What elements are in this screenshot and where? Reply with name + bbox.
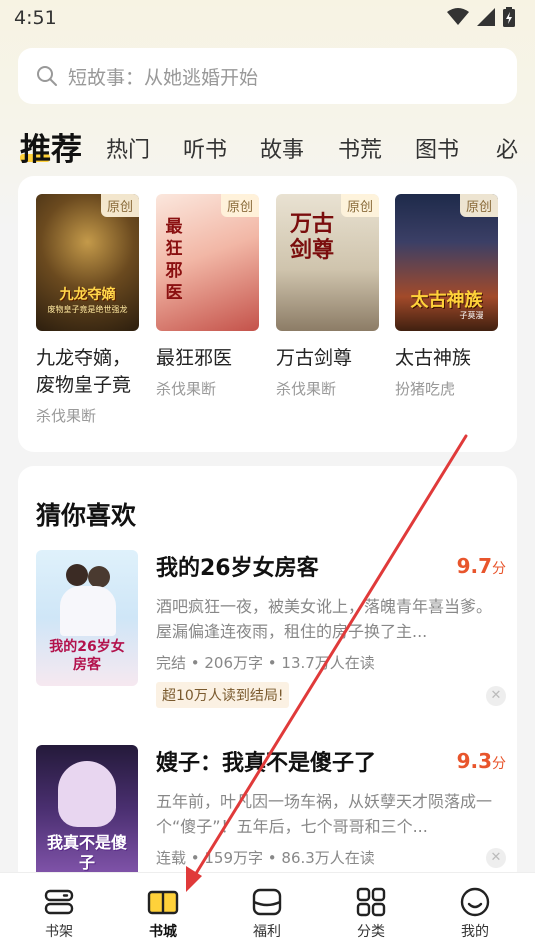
book-cover[interactable]: 原创 最狂邪医: [156, 194, 259, 331]
book-cover[interactable]: 原创 万古剑尊: [276, 194, 379, 331]
book-cover[interactable]: 原创 太古神族 子莫漫: [395, 194, 498, 331]
wifi-icon: [447, 8, 469, 25]
book-cover[interactable]: 我的26岁女房客: [36, 550, 138, 686]
nav-label: 我的: [461, 924, 489, 940]
category-icon: [356, 887, 386, 917]
book-author: 扮猪吃虎: [395, 380, 456, 398]
search-bar[interactable]: 短故事：从她逃婚开始: [18, 48, 517, 104]
list-item[interactable]: 我的26岁女房客 我的26岁女房客 9.7分 酒吧疯狂一夜，被美女讹上，落魄青年…: [36, 550, 506, 730]
bookstore-icon: [147, 890, 179, 915]
tab-book-shortage[interactable]: 书荒: [338, 132, 382, 164]
score-unit: 分: [492, 561, 506, 577]
book-item[interactable]: 原创 九龙夺嫡 废物皇子竟是绝世强龙 九龙夺嫡，废物皇子竟 杀伐果断: [36, 194, 139, 426]
tab-recommend[interactable]: 推荐: [20, 124, 82, 169]
cover-title: 太古神族: [410, 290, 483, 311]
bottom-nav: 书架 书城 福利 分类 我的: [0, 872, 535, 951]
cover-title: 我真不是傻子: [46, 833, 127, 872]
original-tag: 原创: [340, 194, 379, 217]
item-meta: 连载 • 159万字 • 86.3万人在读: [156, 849, 375, 867]
section-title: 猜你喜欢: [36, 501, 137, 530]
status-bar: 4:51: [0, 0, 535, 38]
nav-label: 福利: [253, 924, 281, 940]
welfare-icon: [252, 888, 282, 916]
cover-title: 最狂邪医: [165, 217, 183, 303]
tab-books[interactable]: 图书: [415, 132, 459, 164]
book-author: 杀伐果断: [36, 407, 97, 425]
cover-subtitle: 废物皇子竟是绝世强龙: [47, 305, 128, 314]
cover-figure: [88, 566, 110, 588]
item-meta: 完结 • 206万字 • 13.7万人在读: [156, 654, 375, 672]
category-tabs: 推荐 热门 听书 故事 书荒 图书 必: [0, 118, 535, 174]
signal-icon: [477, 8, 495, 26]
item-title[interactable]: 嫂子：我真不是傻子了: [156, 745, 376, 777]
original-tag: 原创: [459, 194, 498, 217]
item-description: 酒吧疯狂一夜，被美女讹上，落魄青年喜当爹。屋漏偏逢连夜雨，租住的房子换了主...: [156, 597, 493, 641]
nav-welfare[interactable]: 福利: [232, 885, 302, 941]
book-item[interactable]: 原创 万古剑尊 万古剑尊 杀伐果断: [276, 194, 379, 399]
book-author: 杀伐果断: [156, 380, 217, 398]
tab-must-read[interactable]: 必: [496, 132, 518, 164]
cover-title: 九龙夺嫡: [59, 287, 116, 303]
cover-subtitle: 子莫漫: [459, 311, 484, 320]
item-description: 五年前，叶凡因一场车祸，从妖孽天才陨落成一个“傻子”！五年后，七个哥哥和三个..…: [156, 792, 493, 836]
nav-bookstore[interactable]: 书城: [128, 885, 198, 941]
cover-figure: [60, 586, 116, 636]
nav-label: 分类: [357, 924, 385, 940]
book-cover[interactable]: 我真不是傻子: [36, 745, 138, 886]
bookshelf-icon: [44, 889, 74, 915]
cover-title: 万古剑尊: [290, 212, 335, 263]
book-item[interactable]: 原创 最狂邪医 最狂邪医 杀伐果断: [156, 194, 259, 399]
search-input[interactable]: 短故事：从她逃婚开始: [68, 63, 258, 90]
recommend-card: 原创 九龙夺嫡 废物皇子竟是绝世强龙 九龙夺嫡，废物皇子竟 杀伐果断 原创 最狂…: [18, 176, 517, 452]
nav-profile[interactable]: 我的: [440, 885, 510, 941]
item-badge: 超10万人读到结局!: [156, 682, 290, 708]
book-title[interactable]: 最狂邪医: [156, 345, 259, 372]
item-score: 9.7分: [457, 554, 506, 578]
book-item[interactable]: 原创 太古神族 子莫漫 太古神族 扮猪吃虎: [395, 194, 498, 399]
tab-audiobook[interactable]: 听书: [183, 132, 227, 164]
book-cover[interactable]: 原创 九龙夺嫡 废物皇子竟是绝世强龙: [36, 194, 139, 331]
book-title[interactable]: 太古神族: [395, 345, 498, 372]
original-tag: 原创: [220, 194, 259, 217]
profile-icon: [460, 887, 490, 917]
status-time: 4:51: [14, 7, 57, 29]
tab-hot[interactable]: 热门: [106, 132, 150, 164]
status-icons: [447, 7, 515, 27]
cover-title: 我的26岁女房客: [49, 639, 125, 673]
book-author: 杀伐果断: [276, 380, 337, 398]
nav-category[interactable]: 分类: [336, 885, 406, 941]
score-unit: 分: [492, 756, 506, 772]
nav-label: 书架: [45, 924, 73, 940]
tab-story[interactable]: 故事: [260, 132, 304, 164]
battery-icon: [503, 7, 515, 27]
dismiss-button[interactable]: ✕: [486, 848, 506, 868]
nav-label: 书城: [149, 924, 177, 940]
nav-bookshelf[interactable]: 书架: [24, 885, 94, 941]
book-title[interactable]: 万古剑尊: [276, 345, 379, 372]
search-icon: [37, 66, 57, 86]
guess-you-like-card: 猜你喜欢 我的26岁女房客 我的26岁女房客 9.7分 酒吧疯狂一夜，被美女讹上…: [18, 466, 517, 886]
cover-figure: [58, 761, 116, 827]
original-tag: 原创: [100, 194, 139, 217]
score-value: 9.7: [456, 554, 492, 578]
item-score: 9.3分: [457, 749, 506, 773]
book-title[interactable]: 九龙夺嫡，废物皇子竟: [36, 345, 139, 399]
dismiss-button[interactable]: ✕: [486, 686, 506, 706]
score-value: 9.3: [456, 749, 492, 773]
item-title[interactable]: 我的26岁女房客: [156, 550, 319, 582]
cover-figure: [66, 564, 88, 586]
